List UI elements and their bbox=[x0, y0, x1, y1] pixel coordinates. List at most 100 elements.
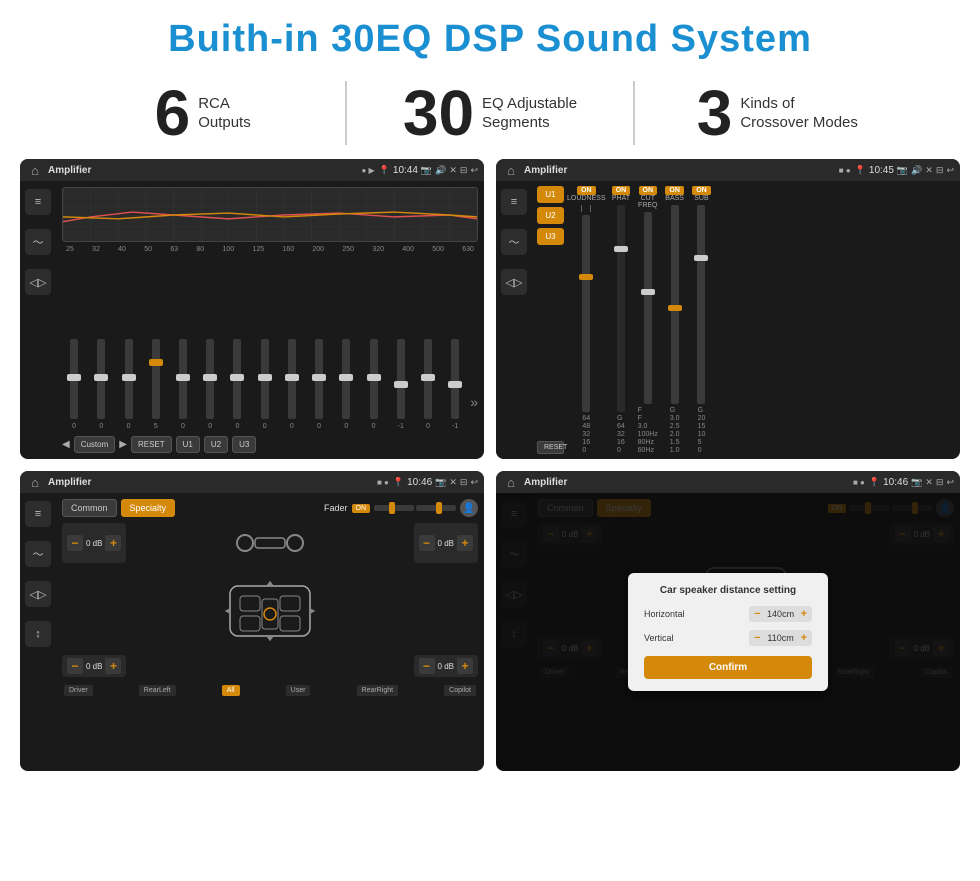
tab-common-3[interactable]: Common bbox=[62, 499, 117, 517]
dialog-vertical-minus[interactable]: − bbox=[754, 632, 760, 644]
label-all[interactable]: All bbox=[222, 685, 240, 696]
eq-slider-12[interactable]: -1 bbox=[389, 339, 413, 430]
home-icon-3[interactable]: ⌂ bbox=[26, 473, 44, 491]
eq-icon-2[interactable]: 〜 bbox=[25, 229, 51, 255]
eq-slider-2[interactable]: 0 bbox=[116, 339, 140, 430]
status-bar-1: ⌂ Amplifier ● ▶ 📍 10:44 📷 🔊 ✕ ⊟ ↩ bbox=[20, 159, 484, 181]
fader-icon-2[interactable]: 〜 bbox=[25, 541, 51, 567]
custom-btn[interactable]: Custom bbox=[74, 436, 116, 453]
home-icon-2[interactable]: ⌂ bbox=[502, 161, 520, 179]
car-top-area bbox=[132, 523, 407, 563]
u2-btn[interactable]: U2 bbox=[537, 207, 564, 224]
dialog-box: Car speaker distance setting Horizontal … bbox=[628, 573, 828, 691]
stat-rca: 6 RCAOutputs bbox=[60, 81, 345, 145]
u2-btn-1[interactable]: U2 bbox=[204, 436, 228, 453]
on-badge-loudness[interactable]: ON bbox=[577, 186, 596, 195]
eq-screen: ⌂ Amplifier ● ▶ 📍 10:44 📷 🔊 ✕ ⊟ ↩ ≡ 〜 ◁▷ bbox=[20, 159, 484, 459]
eq-icon-1[interactable]: ≡ bbox=[25, 189, 51, 215]
eq-slider-13[interactable]: 0 bbox=[416, 339, 440, 430]
db-plus-3[interactable]: + bbox=[105, 658, 121, 674]
eq-slider-14[interactable]: -1 bbox=[443, 339, 467, 430]
db-plus-1[interactable]: + bbox=[105, 535, 121, 551]
fader-slider-h1[interactable] bbox=[374, 505, 414, 511]
db-value-4: 0 dB bbox=[438, 662, 454, 671]
prev-btn[interactable]: ◀ bbox=[62, 439, 70, 450]
db-plus-2[interactable]: + bbox=[457, 535, 473, 551]
label-user[interactable]: User bbox=[286, 685, 311, 696]
eq-slider-3[interactable]: 5 bbox=[144, 339, 168, 430]
eq-slider-6[interactable]: 0 bbox=[225, 339, 249, 430]
fader-icon-1[interactable]: ≡ bbox=[25, 501, 51, 527]
slider-loudness[interactable] bbox=[582, 215, 590, 412]
u3-btn-1[interactable]: U3 bbox=[232, 436, 256, 453]
slider-phat[interactable] bbox=[617, 205, 625, 412]
eq-slider-5[interactable]: 0 bbox=[198, 339, 222, 430]
u3-btn[interactable]: U3 bbox=[537, 228, 564, 245]
fader-on-badge[interactable]: ON bbox=[352, 504, 371, 513]
on-badge-sub[interactable]: ON bbox=[692, 186, 711, 195]
eq-slider-11[interactable]: 0 bbox=[361, 339, 385, 430]
on-badge-phat[interactable]: ON bbox=[612, 186, 631, 195]
car-center-svg bbox=[220, 571, 320, 651]
label-phat: PHAT bbox=[612, 195, 630, 202]
fader-icon-4[interactable]: ↕ bbox=[25, 621, 51, 647]
person-icon-3[interactable]: 👤 bbox=[460, 499, 478, 517]
slider-cutfreq[interactable] bbox=[644, 212, 652, 404]
fader-slider-h2[interactable] bbox=[416, 505, 456, 511]
db-minus-2[interactable]: − bbox=[419, 535, 435, 551]
crossover-left-icons: ≡ 〜 ◁▷ bbox=[496, 181, 532, 459]
on-badge-cutfreq[interactable]: ON bbox=[639, 186, 658, 195]
u-buttons: U1 U2 U3 RESET bbox=[537, 186, 567, 454]
label-rearleft[interactable]: RearLeft bbox=[139, 685, 176, 696]
label-driver[interactable]: Driver bbox=[64, 685, 93, 696]
eq-icon-3[interactable]: ◁▷ bbox=[25, 269, 51, 295]
label-cutfreq: CUT FREQ bbox=[636, 195, 659, 209]
slider-sub[interactable] bbox=[697, 205, 705, 404]
home-icon-1[interactable]: ⌂ bbox=[26, 161, 44, 179]
stat-eq: 30 EQ AdjustableSegments bbox=[345, 81, 634, 145]
dialog-vertical-plus[interactable]: + bbox=[801, 632, 807, 644]
home-icon-4[interactable]: ⌂ bbox=[502, 473, 520, 491]
tab-specialty-3[interactable]: Specialty bbox=[121, 499, 176, 517]
dialog-horizontal-minus[interactable]: − bbox=[754, 608, 760, 620]
fader-main-area: Common Specialty Fader ON 👤 bbox=[56, 493, 484, 771]
car-diagram-center bbox=[62, 571, 478, 651]
eq-slider-7[interactable]: 0 bbox=[253, 339, 277, 430]
fader-icon-3[interactable]: ◁▷ bbox=[25, 581, 51, 607]
db-minus-4[interactable]: − bbox=[419, 658, 435, 674]
eq-slider-8[interactable]: 0 bbox=[280, 339, 304, 430]
crossover-icon-1[interactable]: ≡ bbox=[501, 189, 527, 215]
reset-btn-2[interactable]: RESET bbox=[537, 441, 564, 454]
crossover-icon-3[interactable]: ◁▷ bbox=[501, 269, 527, 295]
dialog-title: Car speaker distance setting bbox=[644, 585, 812, 596]
reset-btn-1[interactable]: RESET bbox=[131, 436, 172, 453]
dialog-vertical-label: Vertical bbox=[644, 633, 674, 643]
db-minus-3[interactable]: − bbox=[67, 658, 83, 674]
page-title: Buith-in 30EQ DSP Sound System bbox=[0, 0, 980, 71]
tab-row-3: Common Specialty Fader ON 👤 bbox=[62, 499, 478, 517]
u1-btn[interactable]: U1 bbox=[537, 186, 564, 203]
u1-btn-1[interactable]: U1 bbox=[176, 436, 200, 453]
eq-slider-0[interactable]: 0 bbox=[62, 339, 86, 430]
eq-slider-10[interactable]: 0 bbox=[334, 339, 358, 430]
crossover-screen: ⌂ Amplifier ■ ● 📍 10:45 📷 🔊 ✕ ⊟ ↩ ≡ 〜 ◁▷ bbox=[496, 159, 960, 459]
eq-slider-1[interactable]: 0 bbox=[89, 339, 113, 430]
crossover-icon-2[interactable]: 〜 bbox=[501, 229, 527, 255]
dialog-confirm-button[interactable]: Confirm bbox=[644, 656, 812, 679]
label-loudness: LOUDNESS bbox=[567, 195, 606, 202]
eq-labels: 25 32 40 50 63 80 100 125 160 200 250 32… bbox=[62, 246, 478, 253]
db-control-1: − 0 dB + bbox=[62, 523, 126, 563]
spacer bbox=[132, 655, 407, 677]
next-btn[interactable]: ▶ bbox=[119, 439, 127, 450]
label-rearright[interactable]: RearRight bbox=[357, 685, 399, 696]
dialog-horizontal-plus[interactable]: + bbox=[801, 608, 807, 620]
status-icons-4: 📍 10:46 📷 ✕ ⊟ ↩ bbox=[869, 477, 954, 488]
db-plus-4[interactable]: + bbox=[457, 658, 473, 674]
on-badge-bass[interactable]: ON bbox=[665, 186, 684, 195]
eq-slider-9[interactable]: 0 bbox=[307, 339, 331, 430]
expand-icon[interactable]: » bbox=[470, 394, 478, 430]
slider-bass[interactable] bbox=[671, 205, 679, 404]
eq-slider-4[interactable]: 0 bbox=[171, 339, 195, 430]
label-copilot[interactable]: Copilot bbox=[444, 685, 476, 696]
db-minus-1[interactable]: − bbox=[67, 535, 83, 551]
